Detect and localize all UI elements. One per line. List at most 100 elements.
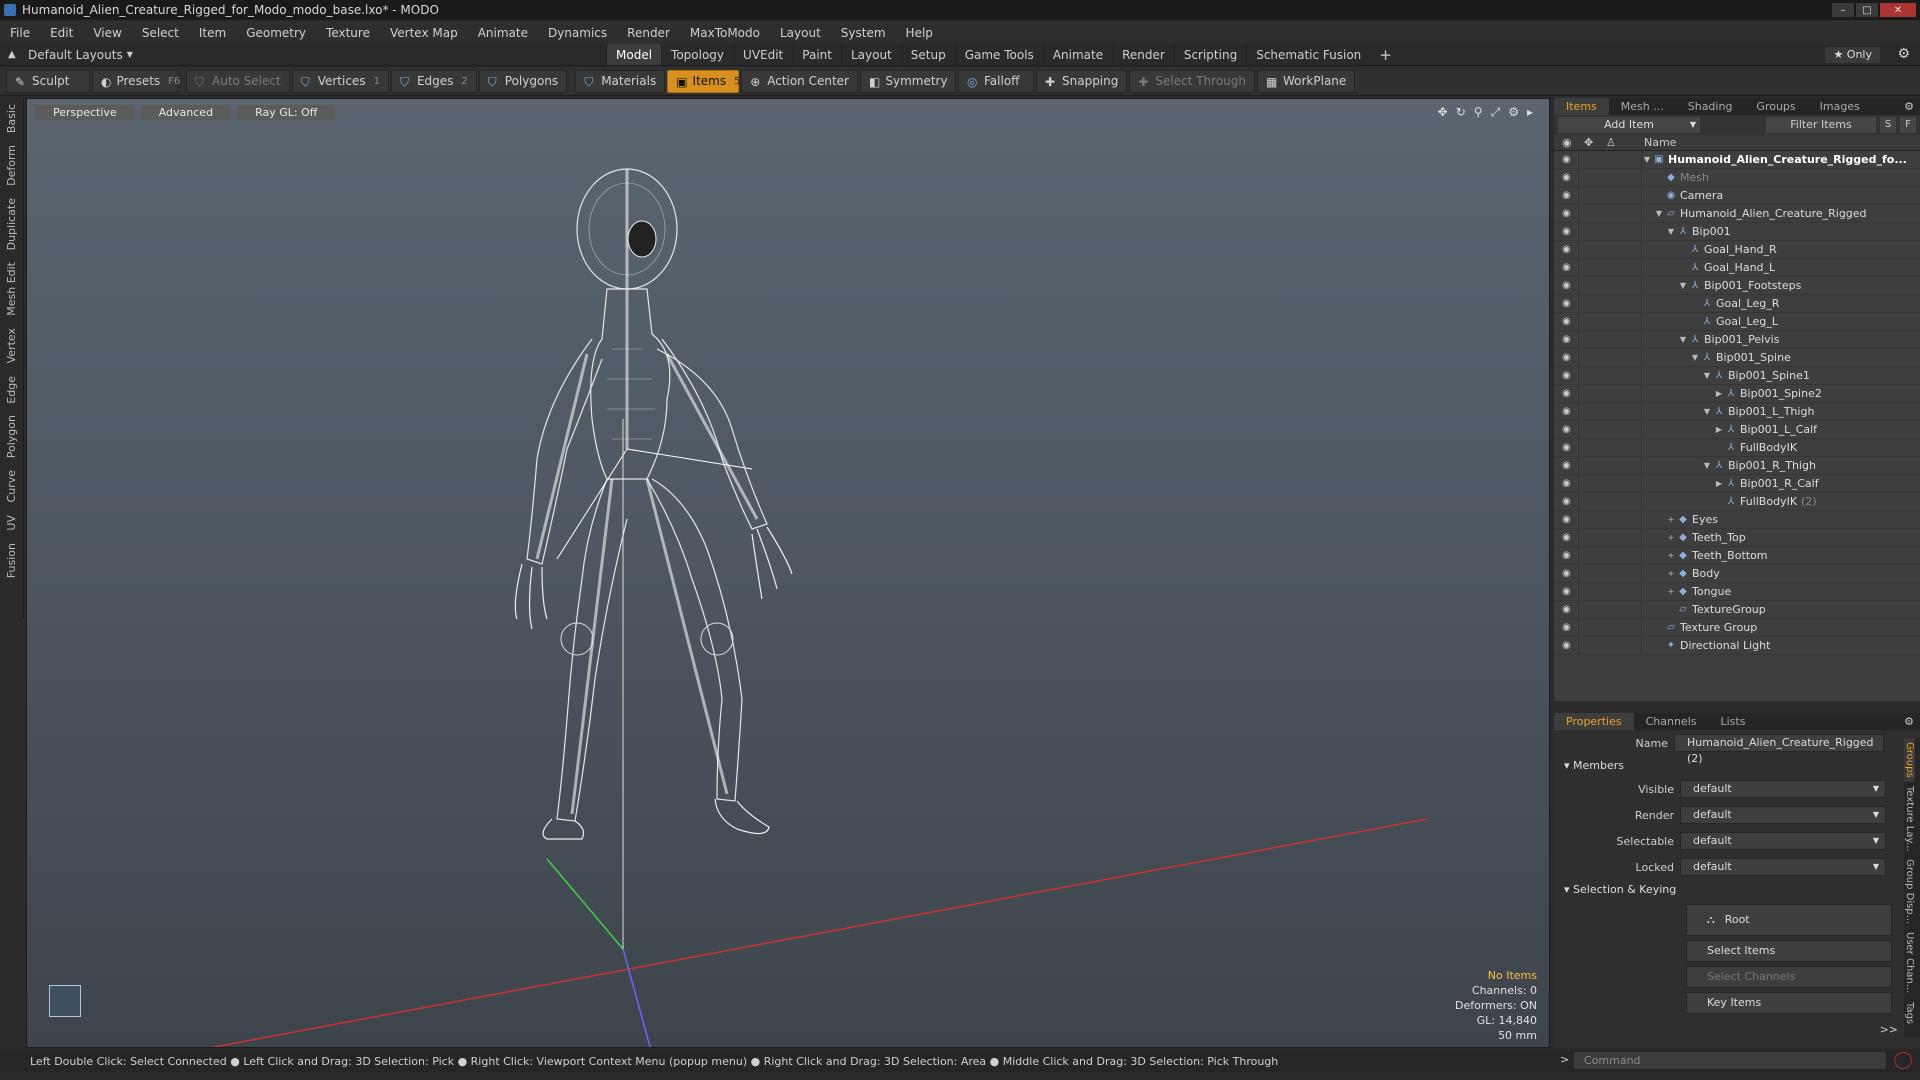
- presets-button[interactable]: ◐ Presets F6: [92, 69, 180, 93]
- auto-select-button[interactable]: ⛉ Auto Select: [186, 69, 290, 93]
- tree-item[interactable]: ◉ + ◆ Body: [1554, 564, 1920, 583]
- lock-columns[interactable]: [1578, 492, 1642, 511]
- eye-icon[interactable]: ◉: [1562, 334, 1578, 345]
- select-channels-button[interactable]: Select Channels: [1686, 966, 1892, 988]
- expand-arrow-icon[interactable]: ▼: [1702, 461, 1712, 470]
- select-items-button[interactable]: Select Items: [1686, 940, 1892, 962]
- tree-item[interactable]: ◉ ▼ ▣ Humanoid_Alien_Creature_Rigged_fo...: [1554, 151, 1920, 169]
- eye-icon[interactable]: ◉: [1562, 604, 1578, 615]
- lock-columns[interactable]: [1578, 546, 1642, 565]
- falloff-button[interactable]: ◎ Falloff: [958, 69, 1034, 93]
- s-toggle[interactable]: S: [1880, 117, 1896, 133]
- items-button[interactable]: ▣ Items 5: [667, 69, 741, 93]
- lock-columns[interactable]: [1578, 348, 1642, 367]
- lock-columns[interactable]: [1578, 384, 1642, 403]
- snapping-button[interactable]: ✚ Snapping: [1036, 69, 1128, 93]
- properties-gear-icon[interactable]: ⚙: [1898, 713, 1920, 730]
- eye-icon[interactable]: ◉: [1562, 316, 1578, 327]
- lock-columns[interactable]: [1578, 330, 1642, 349]
- visible-select[interactable]: default ▼: [1680, 780, 1886, 798]
- tree-item[interactable]: ◉ ▶ ⅄ Bip001_R_Calf: [1554, 474, 1920, 493]
- lock-columns[interactable]: [1578, 168, 1642, 187]
- tab-shading[interactable]: Shading: [1676, 98, 1745, 115]
- vtab-tags[interactable]: Tags: [1904, 998, 1915, 1028]
- sidetab-duplicate[interactable]: Duplicate: [5, 192, 18, 256]
- tab-lists[interactable]: Lists: [1709, 713, 1758, 730]
- tree-item[interactable]: ◉ ◉ Camera: [1554, 186, 1920, 205]
- only-button[interactable]: ★ Only: [1825, 47, 1880, 63]
- lock-columns[interactable]: [1578, 258, 1642, 277]
- lock-columns[interactable]: [1578, 294, 1642, 313]
- eye-icon[interactable]: ◉: [1562, 442, 1578, 453]
- eye-icon[interactable]: ◉: [1562, 586, 1578, 597]
- key-items-button[interactable]: Key Items: [1686, 992, 1892, 1014]
- eye-icon[interactable]: ◉: [1562, 370, 1578, 381]
- members-section[interactable]: ▾ Members: [1554, 756, 1920, 776]
- eye-icon[interactable]: ◉: [1562, 568, 1578, 579]
- eye-icon[interactable]: ◉: [1562, 514, 1578, 525]
- sidetab-fusion[interactable]: Fusion: [5, 537, 18, 584]
- menu-edit[interactable]: Edit: [40, 26, 83, 40]
- root-button[interactable]: ⛬ Root: [1686, 904, 1892, 936]
- lock-columns[interactable]: [1578, 438, 1642, 457]
- tab-uvedit[interactable]: UVEdit: [733, 44, 792, 65]
- eye-icon[interactable]: ◉: [1562, 496, 1578, 507]
- sculpt-button[interactable]: ✎ Sculpt: [6, 69, 90, 93]
- lock-columns[interactable]: [1578, 402, 1642, 421]
- more-button[interactable]: >>: [1880, 1023, 1898, 1036]
- eye-icon[interactable]: ◉: [1562, 424, 1578, 435]
- lock-columns[interactable]: [1578, 510, 1642, 529]
- tree-item[interactable]: ◉ ▼ ⅄ Bip001: [1554, 222, 1920, 241]
- add-item-button[interactable]: Add Item ▼: [1558, 117, 1700, 133]
- orientation-cube[interactable]: [49, 985, 81, 1017]
- expand-arrow-icon[interactable]: ▼: [1702, 371, 1712, 380]
- tab-game-tools[interactable]: Game Tools: [954, 44, 1043, 65]
- lock-columns[interactable]: [1578, 240, 1642, 259]
- tree-item[interactable]: ◉ ◆ Mesh: [1554, 168, 1920, 187]
- eye-icon[interactable]: ◉: [1562, 262, 1578, 273]
- sidetab-edge[interactable]: Edge: [5, 370, 18, 410]
- add-tab-button[interactable]: +: [1370, 44, 1401, 65]
- tree-item[interactable]: ◉ + ◆ Tongue: [1554, 582, 1920, 601]
- expand-arrow-icon[interactable]: ▶: [1714, 389, 1724, 398]
- lock-columns[interactable]: [1578, 151, 1642, 169]
- expand-arrow-icon[interactable]: ▼: [1642, 155, 1652, 164]
- lock-columns[interactable]: [1578, 276, 1642, 295]
- action-center-button[interactable]: ⊕ Action Center: [741, 69, 858, 93]
- filter-items-field[interactable]: Filter Items: [1766, 117, 1876, 133]
- eye-icon[interactable]: ◉: [1562, 388, 1578, 399]
- eye-icon[interactable]: ◉: [1562, 622, 1578, 633]
- name-column-header[interactable]: Name: [1644, 135, 1676, 151]
- tree-item[interactable]: ◉ ⅄ Goal_Hand_L: [1554, 258, 1920, 277]
- tree-item[interactable]: ◉ ▱ Texture Group: [1554, 618, 1920, 637]
- tree-item[interactable]: ◉ ▼ ⅄ Bip001_Spine1: [1554, 366, 1920, 385]
- tree-item[interactable]: ◉ ▱ TextureGroup: [1554, 600, 1920, 619]
- eye-icon[interactable]: ◉: [1562, 244, 1578, 255]
- lock-columns[interactable]: [1578, 600, 1642, 619]
- expand-arrow-icon[interactable]: ▶: [1714, 479, 1724, 488]
- collapse-icon[interactable]: ▲: [8, 49, 16, 60]
- expand-arrow-icon[interactable]: ▼: [1690, 353, 1700, 362]
- eye-icon[interactable]: ◉: [1562, 226, 1578, 237]
- eye-icon[interactable]: ◉: [1562, 190, 1578, 201]
- edges-button[interactable]: ⛉ Edges 2: [390, 69, 477, 93]
- tab-model[interactable]: Model: [606, 44, 662, 65]
- tree-item[interactable]: ◉ ▶ ⅄ Bip001_L_Calf: [1554, 420, 1920, 439]
- lock-columns[interactable]: [1578, 420, 1642, 439]
- eye-icon[interactable]: ◉: [1562, 172, 1578, 183]
- vtab-user-channels[interactable]: User Chan...: [1904, 928, 1915, 997]
- menu-texture[interactable]: Texture: [316, 26, 380, 40]
- tab-mesh[interactable]: Mesh ...: [1609, 98, 1676, 115]
- vtab-texture-layers[interactable]: Texture Lay...: [1904, 782, 1915, 856]
- eye-icon[interactable]: ◉: [1562, 208, 1578, 219]
- eye-icon[interactable]: ◉: [1562, 550, 1578, 561]
- maximize-button[interactable]: □: [1856, 3, 1878, 17]
- tab-properties[interactable]: Properties: [1554, 713, 1634, 730]
- tab-animate[interactable]: Animate: [1042, 44, 1112, 65]
- tree-item[interactable]: ◉ ▼ ⅄ Bip001_Footsteps: [1554, 276, 1920, 295]
- vertices-button[interactable]: ⛉ Vertices 1: [291, 69, 389, 93]
- menu-maxtomodo[interactable]: MaxToModo: [680, 26, 770, 40]
- tree-item[interactable]: ◉ ⅄ FullBodyIK (2): [1554, 492, 1920, 511]
- symmetry-button[interactable]: ◧ Symmetry: [860, 69, 956, 93]
- selection-keying-section[interactable]: ▾ Selection & Keying: [1554, 880, 1920, 900]
